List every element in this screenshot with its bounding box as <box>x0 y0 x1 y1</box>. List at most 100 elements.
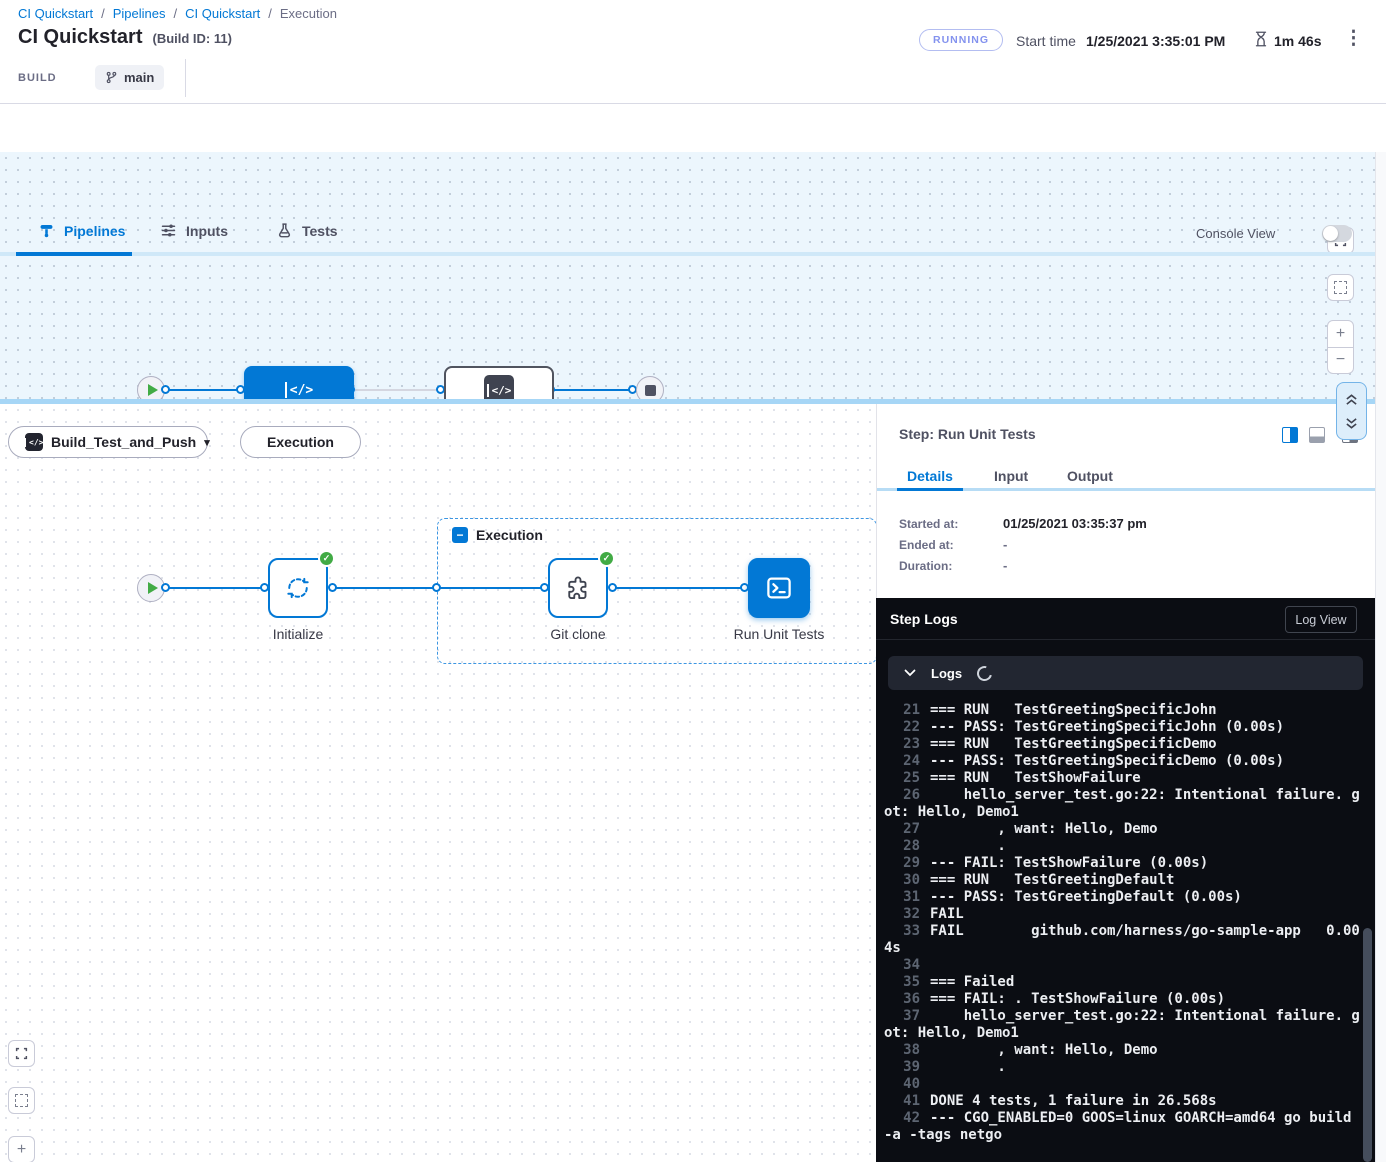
branch-name: main <box>124 70 154 85</box>
step-edge <box>165 587 263 589</box>
step-success-badge: ✓ <box>318 550 335 567</box>
edge-connector-dot <box>608 583 617 592</box>
start-time-value: 1/25/2021 3:35:01 PM <box>1086 33 1225 49</box>
log-line: 31--- PASS: TestGreetingDefault (0.00s) <box>884 889 1362 906</box>
log-line: 37 hello_server_test.go:22: Intentional … <box>884 1008 1362 1042</box>
log-line: 34 <box>884 957 1362 974</box>
tab-input[interactable]: Input <box>994 468 1028 484</box>
duration-value: - <box>1003 558 1007 573</box>
breadcrumb-ci-quickstart[interactable]: CI Quickstart <box>18 6 93 21</box>
pipeline-end-node <box>636 376 664 399</box>
step-edge <box>612 587 744 589</box>
log-line: 40 <box>884 1076 1362 1093</box>
step-details-panel: Step: Run Unit Tests Details Input Outpu… <box>876 404 1375 598</box>
page-scrollbar-track[interactable] <box>1375 152 1386 1162</box>
panel-tab-active-underline <box>897 488 963 491</box>
log-line: 22--- PASS: TestGreetingSpecificJohn (0.… <box>884 719 1362 736</box>
pipeline-canvas[interactable]: </> </> Build_Test_and_Pus Run_Integrati… <box>0 152 1386 399</box>
log-scrollbar-thumb[interactable] <box>1363 928 1372 1162</box>
stage-node-build-test-and-push[interactable]: </> <box>244 366 354 399</box>
marquee-icon <box>1334 281 1347 294</box>
log-line: 21=== RUN TestGreetingSpecificJohn <box>884 702 1362 719</box>
tab-details[interactable]: Details <box>907 468 953 484</box>
stage-node-run-integration-tests[interactable]: </> <box>444 366 554 399</box>
toggle-knob <box>1323 226 1338 241</box>
zoom-in-button[interactable]: + <box>1328 321 1353 348</box>
chevron-down-icon <box>904 669 916 677</box>
canvas-fit-button[interactable] <box>1327 274 1354 301</box>
split-collapse-control[interactable] <box>1336 382 1367 440</box>
breadcrumb-separator: / <box>268 6 272 21</box>
stage-canvas[interactable]: </> Build_Test_and_Push ▾ Execution − Ex… <box>0 404 876 1162</box>
tab-output[interactable]: Output <box>1067 468 1113 484</box>
collapse-group-icon[interactable]: − <box>452 527 468 543</box>
log-line: 35=== Failed <box>884 974 1362 991</box>
duration-label: Duration: <box>899 559 952 573</box>
loading-spinner-icon <box>974 663 994 683</box>
breadcrumb-separator: / <box>101 6 105 21</box>
tests-flask-icon <box>276 222 293 239</box>
layout-bottom-icon[interactable] <box>1309 427 1325 443</box>
edge-connector-dot <box>328 583 337 592</box>
step-logs-title: Step Logs <box>890 611 958 627</box>
zoom-in-button[interactable]: + <box>8 1136 35 1162</box>
step-label: Initialize <box>248 626 348 642</box>
tab-tests[interactable]: Tests <box>276 222 338 239</box>
started-at-value: 01/25/2021 03:35:37 pm <box>1003 516 1147 531</box>
elapsed-time: 1m 46s <box>1274 33 1321 49</box>
start-time-label: Start time <box>1016 33 1076 49</box>
page-header: CI Quickstart / Pipelines / CI Quickstar… <box>0 0 1386 104</box>
log-view-button[interactable]: Log View <box>1285 606 1357 633</box>
hourglass-icon <box>1252 30 1270 48</box>
log-line: 39 . <box>884 1059 1362 1076</box>
logs-section-toggle[interactable]: Logs <box>888 656 1363 690</box>
page-title: CI Quickstart <box>18 26 142 49</box>
header-divider <box>185 59 186 97</box>
branch-tag[interactable]: main <box>95 65 164 90</box>
console-view-toggle[interactable] <box>1322 225 1352 242</box>
play-icon <box>148 582 158 594</box>
log-line: 32FAIL <box>884 906 1362 923</box>
pipeline-edge <box>554 389 636 391</box>
ci-stage-icon: </> <box>285 382 313 398</box>
execution-group-label: Execution <box>476 527 543 543</box>
tab-inputs[interactable]: Inputs <box>160 222 228 239</box>
step-node-run-unit-tests[interactable] <box>748 558 810 618</box>
log-line: 26 hello_server_test.go:22: Intentional … <box>884 787 1362 821</box>
step-node-git-clone[interactable] <box>548 558 608 618</box>
log-line: 23=== RUN TestGreetingSpecificDemo <box>884 736 1362 753</box>
log-line: 33FAIL github.com/harness/go-sample-app … <box>884 923 1362 957</box>
log-line: 27 , want: Hello, Demo <box>884 821 1362 838</box>
step-success-badge: ✓ <box>598 550 615 567</box>
canvas-fullscreen-button[interactable] <box>8 1040 35 1067</box>
breadcrumb-execution: Execution <box>280 6 337 21</box>
logs-section-label: Logs <box>931 666 962 681</box>
execution-view-button[interactable]: Execution <box>240 426 361 458</box>
double-chevron-up-icon[interactable] <box>1344 393 1359 406</box>
chevron-down-icon: ▾ <box>204 436 210 449</box>
double-chevron-down-icon[interactable] <box>1344 417 1359 430</box>
edge-connector-dot <box>161 385 170 394</box>
edge-connector-dot <box>432 583 441 592</box>
ended-at-label: Ended at: <box>899 538 954 552</box>
stage-selector-dropdown[interactable]: </> Build_Test_and_Push ▾ <box>8 426 208 458</box>
layout-split-right-icon[interactable] <box>1282 427 1298 443</box>
log-lines[interactable]: 21=== RUN TestGreetingSpecificJohn 22---… <box>884 702 1362 1144</box>
step-node-initialize[interactable] <box>268 558 328 618</box>
edge-connector-dot <box>161 583 170 592</box>
view-tabbar: Pipelines Inputs Tests Console View <box>0 104 1386 152</box>
started-at-label: Started at: <box>899 517 958 531</box>
more-options-icon[interactable]: ⋮ <box>1344 28 1363 50</box>
canvas-fit-button[interactable] <box>8 1087 35 1114</box>
stop-icon <box>645 385 656 396</box>
breadcrumb: CI Quickstart / Pipelines / CI Quickstar… <box>18 6 337 21</box>
step-logs-panel: Step Logs Log View Logs 21=== RUN TestGr… <box>876 598 1375 1162</box>
zoom-out-button[interactable]: − <box>1328 348 1353 374</box>
tab-pipelines[interactable]: Pipelines <box>38 222 125 239</box>
pipelines-icon <box>38 222 55 239</box>
breadcrumb-separator: / <box>174 6 178 21</box>
breadcrumb-pipeline-name[interactable]: CI Quickstart <box>185 6 260 21</box>
ended-at-value: - <box>1003 537 1007 552</box>
breadcrumb-pipelines[interactable]: Pipelines <box>113 6 166 21</box>
stage-selector-label: Build_Test_and_Push <box>51 434 196 450</box>
